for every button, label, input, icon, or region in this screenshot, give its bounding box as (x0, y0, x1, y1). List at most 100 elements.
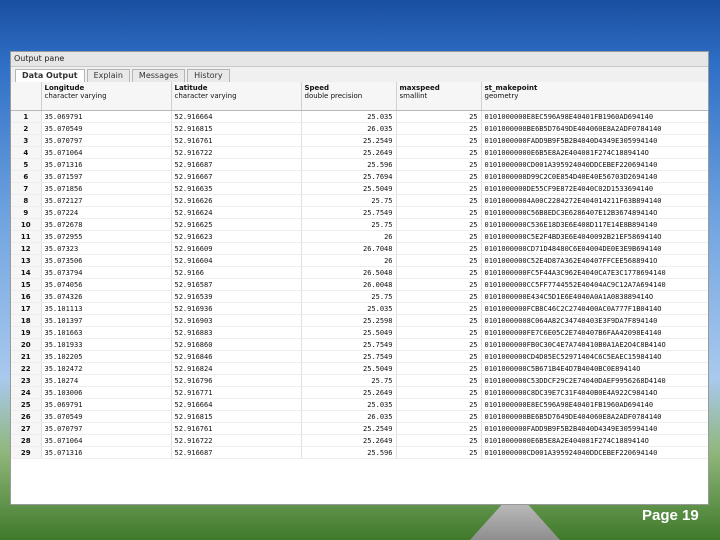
table-row[interactable]: 22 35.102472 52.916824 25.5049 25 0101000000C… (11, 362, 708, 375)
table-row[interactable]: 11 35.072955 52.916623 26 25 0101000000C5E2F4… (11, 230, 708, 243)
speed-cell[interactable]: 25.75 (301, 194, 397, 207)
tab-messages[interactable]: Messages (131, 69, 186, 83)
table-row[interactable]: 17 35.101113 52.916936 25.035 25 0101000000FC… (11, 302, 708, 315)
speed-cell[interactable]: 26.0048 (301, 278, 397, 291)
row-number-cell[interactable]: 12 (11, 242, 42, 255)
maxspeed-cell[interactable]: 25 (396, 230, 482, 243)
geometry-cell[interactable]: 0101000000FE7C6E05C2E740407B6FAA42098E41… (481, 326, 708, 339)
longitude-cell[interactable]: 35.073794 (41, 266, 172, 279)
maxspeed-cell[interactable]: 25 (396, 122, 482, 135)
maxspeed-cell[interactable]: 25 (396, 398, 482, 411)
maxspeed-cell[interactable]: 25 (396, 110, 482, 123)
latitude-cell[interactable]: 52.916539 (171, 290, 302, 303)
latitude-cell[interactable]: 52.916624 (171, 206, 302, 219)
longitude-cell[interactable]: 35.102205 (41, 350, 172, 363)
longitude-cell[interactable]: 35.101397 (41, 314, 172, 327)
row-number-cell[interactable]: 18 (11, 314, 42, 327)
row-number-cell[interactable]: 13 (11, 254, 42, 267)
latitude-cell[interactable]: 52.916687 (171, 158, 302, 171)
geometry-cell[interactable]: 01010000000E6B5E8A2E404081F274C1889414O (481, 146, 708, 159)
maxspeed-cell[interactable]: 25 (396, 434, 482, 447)
speed-cell[interactable]: 25.75 (301, 374, 397, 387)
speed-cell[interactable]: 26 (301, 254, 397, 267)
table-row[interactable]: 25 35.069791 52.916664 25.035 25 0101000000E8… (11, 398, 708, 411)
longitude-cell[interactable]: 35.072955 (41, 230, 172, 243)
latitude-cell[interactable]: 52.916626 (171, 194, 302, 207)
table-row[interactable]: 6 35.071597 52.916667 25.7694 25 0101000000D9… (11, 170, 708, 183)
latitude-cell[interactable]: 52.916815 (171, 410, 302, 423)
table-row[interactable]: 16 35.074326 52.916539 25.75 25 0101000000E43… (11, 290, 708, 303)
geometry-cell[interactable]: 0101000000FADD9B9F5B2B4040D4349E30599414… (481, 134, 708, 147)
speed-cell[interactable]: 25.2649 (301, 434, 397, 447)
table-row[interactable]: 19 35.101663 52.916883 25.5049 25 0101000000F… (11, 326, 708, 339)
geometry-cell[interactable]: 0101000000CD001A395924040DDCEBEF22069414… (481, 158, 708, 171)
row-number-cell[interactable]: 5 (11, 158, 42, 171)
longitude-cell[interactable]: 35.071064 (41, 434, 172, 447)
table-row[interactable]: 15 35.074056 52.916587 26.0048 25 0101000000C… (11, 278, 708, 291)
row-number-cell[interactable]: 27 (11, 422, 42, 435)
longitude-cell[interactable]: 35.069791 (41, 110, 172, 123)
maxspeed-cell[interactable]: 25 (396, 134, 482, 147)
row-number-cell[interactable]: 14 (11, 266, 42, 279)
longitude-cell[interactable]: 35.10274 (41, 374, 172, 387)
speed-cell[interactable]: 25.596 (301, 446, 397, 459)
geometry-cell[interactable]: 0101000000CD001A395924040DDCEBEF22069414… (481, 446, 708, 459)
row-number-cell[interactable]: 28 (11, 434, 42, 447)
speed-cell[interactable]: 26 (301, 230, 397, 243)
geometry-cell[interactable]: 0101000000BE6B5D7649DE404060E8A2ADF07841… (481, 410, 708, 423)
maxspeed-cell[interactable]: 25 (396, 182, 482, 195)
latitude-cell[interactable]: 52.916936 (171, 302, 302, 315)
speed-cell[interactable]: 25.2649 (301, 386, 397, 399)
table-row[interactable]: 24 35.103006 52.916771 25.2649 25 0101000000C… (11, 386, 708, 399)
latitude-cell[interactable]: 52.916664 (171, 110, 302, 123)
geometry-cell[interactable]: 0101000000E8EC596A98E40401FB1960AD694140 (481, 398, 708, 411)
maxspeed-cell[interactable]: 25 (396, 266, 482, 279)
latitude-cell[interactable]: 52.916761 (171, 422, 302, 435)
maxspeed-cell[interactable]: 25 (396, 374, 482, 387)
speed-cell[interactable]: 25.7694 (301, 170, 397, 183)
longitude-cell[interactable]: 35.069791 (41, 398, 172, 411)
latitude-cell[interactable]: 52.916761 (171, 134, 302, 147)
table-row[interactable]: 1 35.069791 52.916664 25.035 25 0101000000E8E… (11, 110, 708, 123)
maxspeed-cell[interactable]: 25 (396, 338, 482, 351)
speed-cell[interactable]: 25.7549 (301, 350, 397, 363)
geometry-cell[interactable]: 0101000000CD4D85EC52971404C6C5EAEC159841… (481, 350, 708, 363)
longitude-cell[interactable]: 35.070797 (41, 422, 172, 435)
column-header-maxspeed[interactable]: maxspeed smallint (396, 82, 482, 111)
maxspeed-cell[interactable]: 25 (396, 146, 482, 159)
table-row[interactable]: 26 35.070549 52.916815 26.035 25 0101000000BE… (11, 410, 708, 423)
maxspeed-cell[interactable]: 25 (396, 278, 482, 291)
geometry-cell[interactable]: 0101000000C53DDCF29C2E74040DAEF9956268D4… (481, 374, 708, 387)
speed-cell[interactable]: 25.5049 (301, 362, 397, 375)
latitude-cell[interactable]: 52.916860 (171, 338, 302, 351)
geometry-cell[interactable]: 0101000000C536E18D3E6E408D117E14E8B89414… (481, 218, 708, 231)
column-header-longitude[interactable]: Longitude character varying (41, 82, 172, 111)
maxspeed-cell[interactable]: 25 (396, 302, 482, 315)
maxspeed-cell[interactable]: 25 (396, 290, 482, 303)
latitude-cell[interactable]: 52.916722 (171, 146, 302, 159)
column-header-st-makepoint[interactable]: st_makepoint geometry (481, 82, 708, 111)
table-row[interactable]: 13 35.073506 52.916604 26 25 0101000000C52E4D… (11, 254, 708, 267)
geometry-cell[interactable]: 0101000000FB0C30C4E7A740410B0A1AE2O4C8B4… (481, 338, 708, 351)
geometry-cell[interactable]: 0101000000C5B671B4E4D7B4040BC0E89414O (481, 362, 708, 375)
row-number-cell[interactable]: 1 (11, 110, 42, 123)
latitude-cell[interactable]: 52.916846 (171, 350, 302, 363)
row-number-cell[interactable]: 17 (11, 302, 42, 315)
table-row[interactable]: 7 35.071856 52.916635 25.5049 25 0101000000DE… (11, 182, 708, 195)
geometry-cell[interactable]: 0101000000E8EC596A98E40401FB1960AD694140 (481, 110, 708, 123)
longitude-cell[interactable]: 35.071316 (41, 446, 172, 459)
longitude-cell[interactable]: 35.07224 (41, 206, 172, 219)
speed-cell[interactable]: 25.2598 (301, 314, 397, 327)
tab-history[interactable]: History (187, 69, 230, 83)
latitude-cell[interactable]: 52.916687 (171, 446, 302, 459)
longitude-cell[interactable]: 35.101113 (41, 302, 172, 315)
latitude-cell[interactable]: 52.916815 (171, 122, 302, 135)
speed-cell[interactable]: 25.75 (301, 290, 397, 303)
table-row[interactable]: 29 35.071316 52.916687 25.596 25 0101000000CD… (11, 446, 708, 459)
speed-cell[interactable]: 26.035 (301, 410, 397, 423)
row-number-cell[interactable]: 6 (11, 170, 42, 183)
longitude-cell[interactable]: 35.070797 (41, 134, 172, 147)
geometry-cell[interactable]: 0101000000FC5F44A3C962E4040CA7E3C1778694… (481, 266, 708, 279)
row-number-cell[interactable]: 23 (11, 374, 42, 387)
maxspeed-cell[interactable]: 25 (396, 446, 482, 459)
